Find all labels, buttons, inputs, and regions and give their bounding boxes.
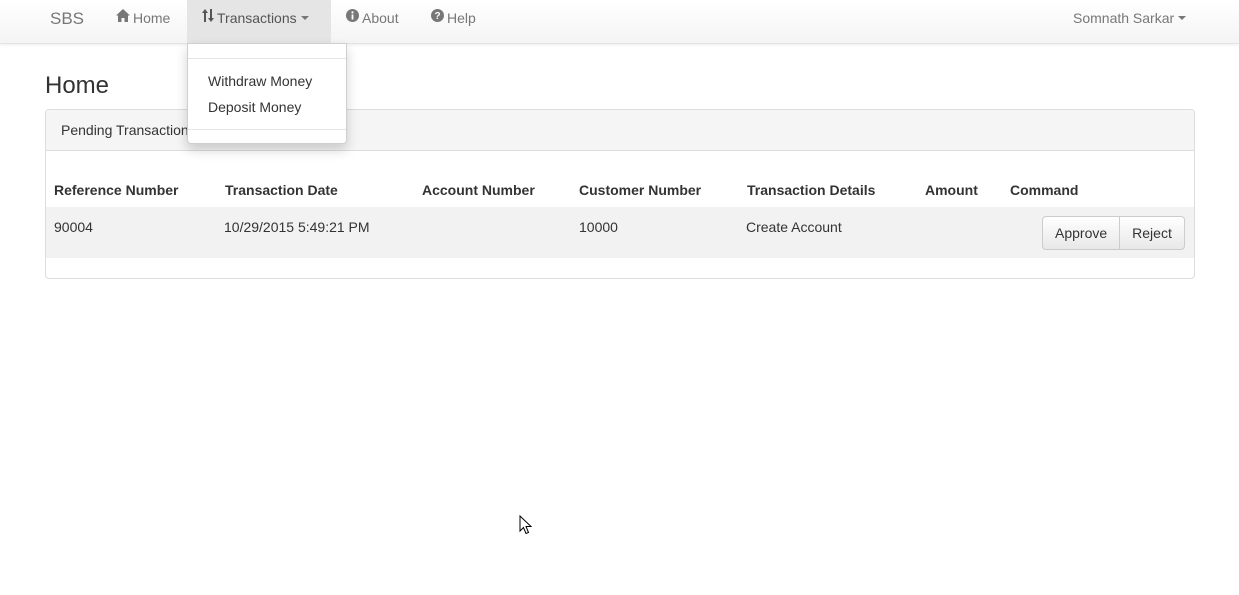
question-circle-icon: ? (431, 0, 444, 35)
dropdown-divider (188, 129, 346, 130)
cell-reference-number: 90004 (54, 219, 93, 235)
approve-button[interactable]: Approve (1042, 216, 1121, 250)
user-menu[interactable]: Somnath Sarkar (1073, 0, 1187, 43)
page-title: Home (45, 72, 110, 99)
info-circle-icon (346, 0, 359, 35)
nav-help-label: Help (447, 10, 476, 26)
dropdown-divider (188, 58, 346, 59)
table-row: 90004 10/29/2015 5:49:21 PM 10000 Create… (46, 207, 1194, 258)
column-header-amount: Amount (925, 182, 978, 198)
nav-home[interactable]: Home (116, 0, 170, 43)
brand-link[interactable]: SBS (50, 9, 84, 29)
cell-transaction-date: 10/29/2015 5:49:21 PM (224, 219, 370, 235)
cell-customer-number: 10000 (579, 219, 618, 235)
column-header-transaction-details: Transaction Details (747, 182, 876, 198)
column-header-command: Command (1010, 182, 1079, 198)
column-header-reference-number: Reference Number (54, 182, 179, 198)
cell-transaction-details: Create Account (746, 219, 842, 235)
transactions-dropdown-menu: Withdraw Money Deposit Money (187, 43, 347, 144)
user-name: Somnath Sarkar (1073, 10, 1175, 26)
nav-about-label: About (362, 10, 399, 26)
top-navbar: SBS Home Transactions About ? Help Somna… (0, 0, 1239, 44)
svg-text:?: ? (434, 11, 440, 22)
nav-transactions-label: Transactions (217, 10, 297, 26)
mouse-pointer-icon (519, 514, 533, 538)
column-header-transaction-date: Transaction Date (225, 182, 338, 198)
column-header-customer-number: Customer Number (579, 182, 702, 198)
reject-button[interactable]: Reject (1120, 216, 1185, 250)
sort-arrows-icon (202, 0, 214, 35)
nav-transactions[interactable]: Transactions (187, 0, 331, 43)
nav-about[interactable]: About (346, 0, 399, 43)
home-icon (116, 0, 130, 35)
chevron-down-icon (300, 16, 309, 21)
column-header-account-number: Account Number (422, 182, 535, 198)
menu-item-withdraw-money[interactable]: Withdraw Money (208, 73, 312, 89)
nav-home-label: Home (133, 10, 171, 26)
nav-help[interactable]: ? Help (431, 0, 476, 43)
menu-item-deposit-money[interactable]: Deposit Money (208, 99, 301, 115)
command-button-group: Approve Reject (1042, 216, 1185, 250)
chevron-down-icon (1178, 16, 1187, 21)
